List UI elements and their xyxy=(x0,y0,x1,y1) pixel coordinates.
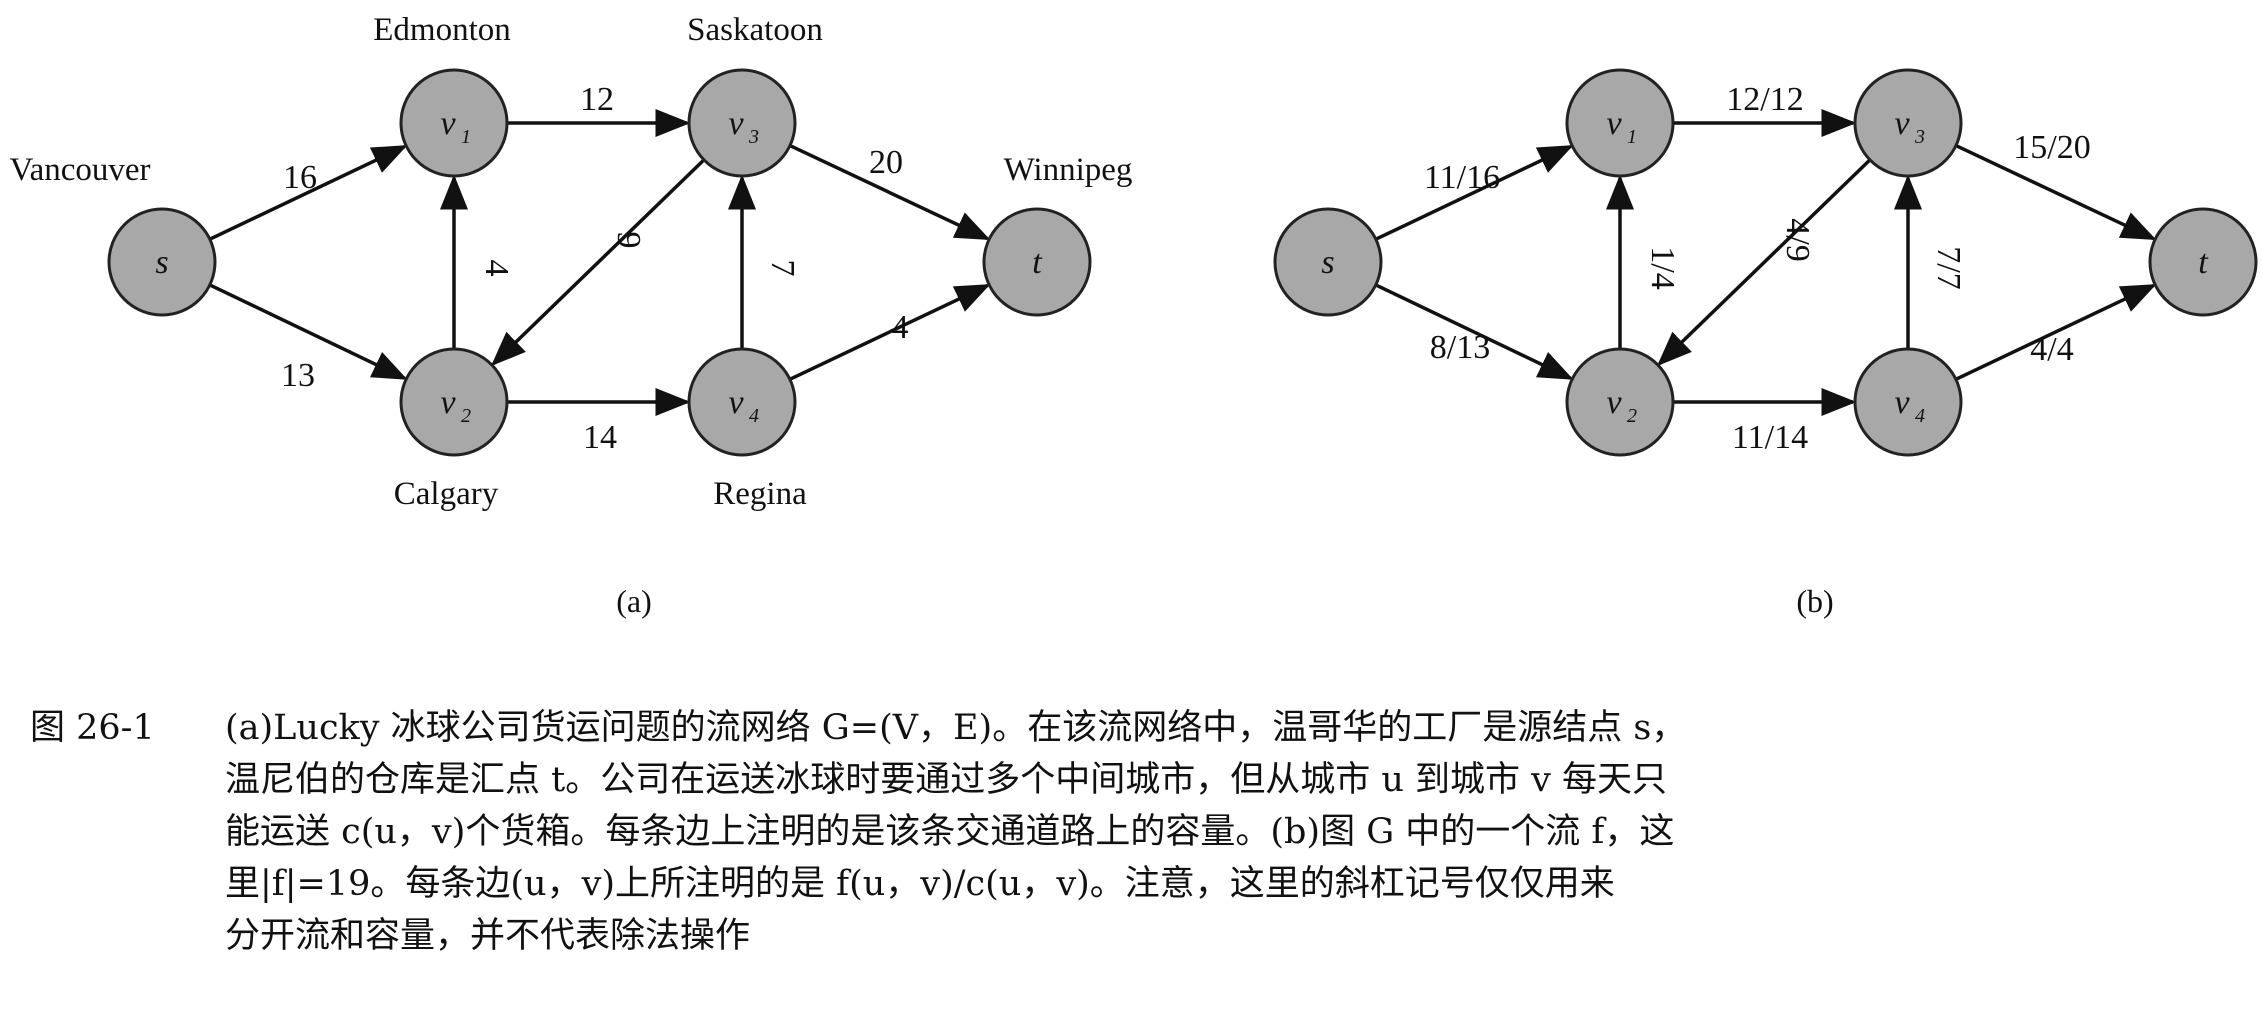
edge-label-v2-v4: 11/14 xyxy=(1732,419,1808,456)
edge-label-s-v2: 13 xyxy=(281,357,315,394)
edge-label-v3-t: 20 xyxy=(869,144,903,181)
node-label-v4: v xyxy=(1894,384,1910,421)
city-label-s: Vancouver xyxy=(9,152,150,188)
node-label-v1: v xyxy=(1606,105,1622,142)
figure-page: 16 13 4 12 9 14 7 20 4 s Vancouver v 1 Edmonton v 2 Calg… xyxy=(0,0,2262,1034)
edge-label-v3-v2: 4/9 xyxy=(1779,218,1816,261)
edge-label-s-v1: 11/16 xyxy=(1424,159,1500,196)
edge-v4-t xyxy=(789,283,991,381)
flow-network-figure: 16134129147204sVancouverv 1Edmontonv 2Calg… xyxy=(9,12,2258,619)
node-label-v3: v xyxy=(1894,105,1910,142)
caption-line: 里|f|=19。每条边(u，v)上所注明的是 f(u，v)/c(u，v)。注意，… xyxy=(225,864,1615,904)
node-label-v1: v xyxy=(440,105,456,142)
node-subscript-v2: 2 xyxy=(1627,405,1637,427)
edge-label-v4-t: 4 xyxy=(892,309,909,346)
edge-label-v4-t: 4/4 xyxy=(2030,331,2073,368)
edge-v3-v2 xyxy=(1656,158,1872,367)
node-subscript-v4: 4 xyxy=(1915,405,1925,427)
panel-a-flow-network: 16134129147204sVancouverv 1Edmontonv 2Calg… xyxy=(9,12,1132,619)
city-label-v1: Edmonton xyxy=(373,12,511,48)
panel-label-a: (a) xyxy=(616,583,652,619)
edge-label-v1-v3: 12/12 xyxy=(1726,81,1803,118)
node-subscript-v3: 3 xyxy=(748,126,759,148)
edge-label-v2-v4: 14 xyxy=(583,419,617,456)
edge-label-s-v1: 16 xyxy=(283,159,317,196)
city-label-v3: Saskatoon xyxy=(687,12,823,48)
city-label-v2: Calgary xyxy=(394,476,499,512)
node-label-v4: v xyxy=(728,384,744,421)
edge-v3-v2 xyxy=(490,158,706,367)
caption-line: (a)Lucky 冰球公司货运问题的流网络 G=(V，E)。在该流网络中，温哥华… xyxy=(225,708,1687,748)
node-subscript-v2: 2 xyxy=(461,405,471,427)
edge-label-s-v2: 8/13 xyxy=(1430,329,1490,366)
node-label-s: s xyxy=(1321,244,1334,281)
edge-label-v3-v2: 9 xyxy=(610,232,647,249)
caption-line: 能运送 c(u，v)个货箱。每条边上注明的是该条交通道路上的容量。(b)图 G … xyxy=(225,812,1675,852)
node-subscript-v1: 1 xyxy=(461,126,471,148)
node-label-v2: v xyxy=(440,384,456,421)
panel-label-b: (b) xyxy=(1796,583,1833,619)
node-subscript-v1: 1 xyxy=(1627,126,1637,148)
node-label-t: t xyxy=(1032,244,1043,281)
edge-label-v2-v1: 1/4 xyxy=(1644,246,1681,289)
city-label-v4: Regina xyxy=(713,476,807,512)
node-subscript-v3: 3 xyxy=(1914,126,1925,148)
figure-caption: 图 26-1 (a)Lucky 冰球公司货运问题的流网络 G=(V，E)。在该流… xyxy=(30,702,2240,962)
edge-label-v4-v3: 7 xyxy=(764,260,801,277)
edge-label-v4-v3: 7/7 xyxy=(1930,246,1967,289)
caption-line: 分开流和容量，并不代表除法操作 xyxy=(225,916,751,956)
node-label-t: t xyxy=(2198,244,2209,281)
node-label-v3: v xyxy=(728,105,744,142)
edge-label-v1-v3: 12 xyxy=(580,81,614,118)
panel-b-flow: 11/168/131/412/124/911/147/715/204/4sv 1v… xyxy=(1273,68,2258,619)
caption-text: (a)Lucky 冰球公司货运问题的流网络 G=(V，E)。在该流网络中，温哥华… xyxy=(225,702,2240,962)
caption-figure-number: 图 26-1 xyxy=(30,708,155,748)
caption-line: 温尼伯的仓库是汇点 t。公司在运送冰球时要通过多个中间城市，但从城市 u 到城市… xyxy=(225,760,1668,800)
node-label-v2: v xyxy=(1606,384,1622,421)
edge-label-v2-v1: 4 xyxy=(478,260,515,277)
node-subscript-v4: 4 xyxy=(749,405,759,427)
city-label-t: Winnipeg xyxy=(1004,152,1133,188)
edge-label-v3-t: 15/20 xyxy=(2013,129,2090,166)
node-label-s: s xyxy=(155,244,168,281)
